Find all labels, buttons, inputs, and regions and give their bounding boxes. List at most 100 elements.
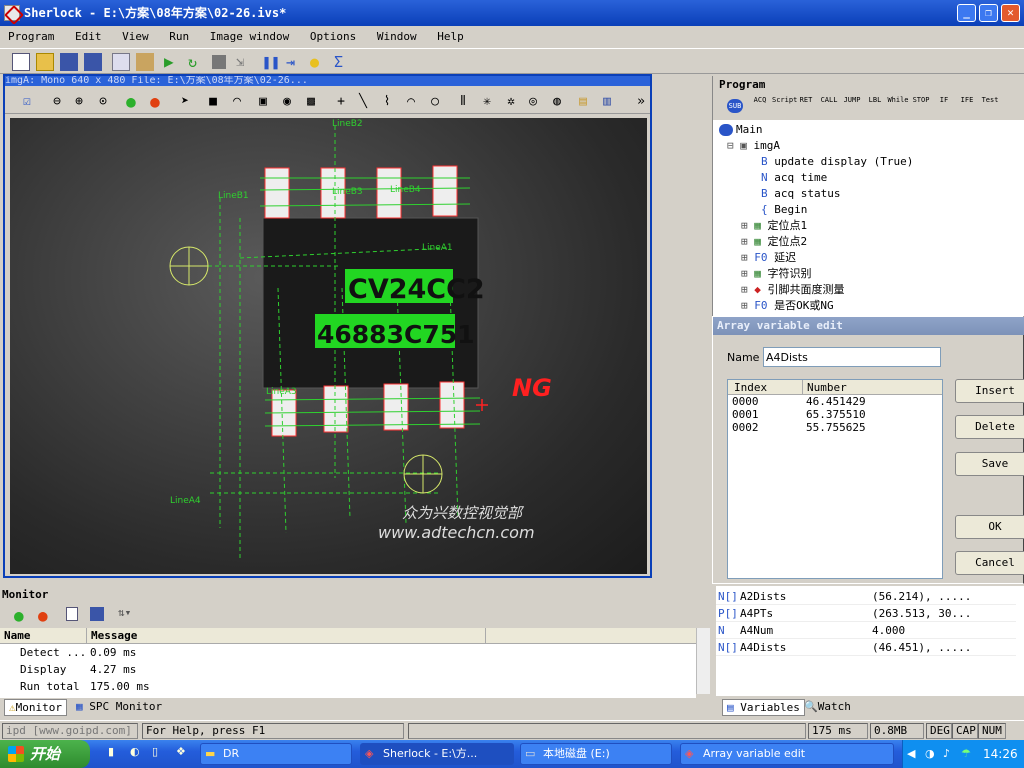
quicklaunch-icon[interactable]: ▯ xyxy=(152,745,158,758)
tree-item[interactable]: ⊞ F0 延迟 xyxy=(713,250,1024,266)
call-icon[interactable]: CALL xyxy=(818,96,840,104)
stop-icon[interactable]: STOP xyxy=(910,96,932,104)
menu-run[interactable]: Run xyxy=(169,30,189,43)
variable-row[interactable]: P[] A4PTs (263.513, 30... xyxy=(716,605,1016,622)
acq-icon[interactable]: ACQ xyxy=(749,96,771,104)
while-icon[interactable]: While xyxy=(887,96,909,104)
green-light-icon[interactable]: ● xyxy=(14,606,24,625)
open-image-icon[interactable]: ▤ xyxy=(575,94,591,110)
tray-icon[interactable]: ◑ xyxy=(925,740,935,768)
tree-item[interactable]: B update display (True) xyxy=(713,154,1024,170)
annulus-icon[interactable]: ◎ xyxy=(525,94,541,110)
task-array-edit[interactable]: ◈ Array variable edit xyxy=(680,743,894,765)
options-icon[interactable]: ⇅▾ xyxy=(118,606,131,619)
roi-c-icon[interactable]: ▩ xyxy=(303,94,319,110)
volume-icon[interactable]: ♪ xyxy=(943,740,950,768)
list-item[interactable]: 0000 46.451429 xyxy=(728,395,942,408)
tab-watch[interactable]: 🔍Watch xyxy=(804,700,851,713)
run-icon[interactable]: ▶ xyxy=(164,53,182,71)
run-loop-icon[interactable]: ↻ xyxy=(188,53,206,71)
task-local-disk[interactable]: ▭ 本地磁盘 (E:) xyxy=(520,743,672,765)
delete-button[interactable]: Delete xyxy=(955,415,1024,439)
tree-item[interactable]: ⊞ F0 是否OK或NG xyxy=(713,298,1024,314)
tree-item[interactable]: ⊟ ▣ imgA xyxy=(713,138,1024,154)
rake-icon[interactable]: ⦀ xyxy=(455,94,471,110)
script-icon[interactable]: Script xyxy=(772,96,797,104)
table-row[interactable]: Detect ... 0.09 ms xyxy=(0,644,696,661)
pause-icon[interactable]: ❚❚ xyxy=(262,53,280,71)
open-icon[interactable] xyxy=(36,53,54,71)
start-button[interactable]: 开始 xyxy=(0,740,90,768)
tree-item[interactable]: N acq time xyxy=(713,170,1024,186)
clock[interactable]: 14:26 xyxy=(983,740,1018,768)
copy-icon[interactable] xyxy=(112,53,130,71)
column-message[interactable]: Message xyxy=(86,628,486,644)
if-icon[interactable]: IF xyxy=(933,96,955,104)
name-field[interactable] xyxy=(763,347,941,367)
cancel-button[interactable]: Cancel xyxy=(955,551,1024,575)
tree-item[interactable]: ⊞ ▦ 定位点1 xyxy=(713,218,1024,234)
target-icon[interactable]: ◍ xyxy=(549,94,565,110)
stop-icon[interactable] xyxy=(212,55,226,69)
menu-view[interactable]: View xyxy=(122,30,149,43)
tree-item[interactable]: Main xyxy=(713,122,1024,138)
tree-item[interactable]: ⊞ ▦ 字符识别 xyxy=(713,266,1024,282)
column-number[interactable]: Number xyxy=(802,380,847,395)
pointer-icon[interactable]: ➤ xyxy=(177,94,193,110)
task-sherlock[interactable]: ◈ Sherlock - E:\方... xyxy=(360,743,514,765)
step-over-icon[interactable]: ⇥ xyxy=(286,53,304,71)
point-icon[interactable]: + xyxy=(333,94,349,110)
menu-image-window[interactable]: Image window xyxy=(210,30,289,43)
quicklaunch-icon[interactable]: ▮ xyxy=(108,745,114,758)
menu-help[interactable]: Help xyxy=(437,30,464,43)
zoom-fit-icon[interactable]: ⊙ xyxy=(95,94,111,110)
monitor-scrollbar[interactable] xyxy=(696,628,710,694)
rectangle-roi-icon[interactable]: ■ xyxy=(205,94,221,110)
jump-icon[interactable]: JUMP xyxy=(841,96,863,104)
column-index[interactable]: Index xyxy=(734,381,767,394)
quicklaunch-icon[interactable]: ◐ xyxy=(130,745,140,758)
zoom-out-icon[interactable]: ⊖ xyxy=(49,94,65,110)
ok-button[interactable]: OK xyxy=(955,515,1024,539)
circle-icon[interactable]: ○ xyxy=(427,94,443,110)
tray-icon[interactable]: ☂ xyxy=(961,740,971,768)
table-row[interactable]: Display 4.27 ms xyxy=(0,661,696,678)
save-all-icon[interactable] xyxy=(84,53,102,71)
line-icon[interactable]: ╲ xyxy=(355,94,371,110)
test-icon[interactable]: Test xyxy=(979,96,1001,104)
variable-row[interactable]: N[] A4Dists (46.451), ..... xyxy=(716,639,1016,656)
ife-icon[interactable]: IFE xyxy=(956,96,978,104)
list-item[interactable]: 0001 65.375510 xyxy=(728,408,942,421)
array-list[interactable]: Index Number 0000 46.451429 0001 65.375510… xyxy=(727,379,943,579)
arc-roi-icon[interactable]: ◠ xyxy=(229,94,245,110)
menu-edit[interactable]: Edit xyxy=(75,30,102,43)
green-light-icon[interactable]: ● xyxy=(123,94,139,110)
variable-row[interactable]: N[] A2Dists (56.214), ..... xyxy=(716,588,1016,605)
sigma-icon[interactable]: Σ xyxy=(334,53,352,71)
tab-spc-monitor[interactable]: ▦ SPC Monitor xyxy=(76,700,162,713)
tree-item[interactable]: ⊞ ◆ 引脚共面度测量 xyxy=(713,282,1024,298)
quicklaunch-icon[interactable]: ❖ xyxy=(176,745,186,758)
step-icon[interactable]: ⇲ xyxy=(236,53,254,71)
checkbox-icon[interactable]: ☑ xyxy=(19,94,35,110)
menu-options[interactable]: Options xyxy=(310,30,356,43)
zoom-in-icon[interactable]: ⊕ xyxy=(71,94,87,110)
tab-variables[interactable]: ▤ Variables xyxy=(722,699,805,716)
ret-icon[interactable]: RET xyxy=(795,96,817,104)
table-row[interactable]: Run total 175.00 ms xyxy=(0,678,696,695)
save-icon[interactable] xyxy=(90,607,104,621)
save-button[interactable]: Save xyxy=(955,452,1024,476)
new-icon[interactable] xyxy=(12,53,30,71)
restore-button[interactable]: ❐ xyxy=(979,4,998,22)
menu-window[interactable]: Window xyxy=(377,30,417,43)
tray-arrow-icon[interactable]: ◀ xyxy=(907,740,915,768)
bulb-icon[interactable]: ● xyxy=(310,53,328,71)
column-name[interactable]: Name xyxy=(4,629,31,642)
red-light-icon[interactable]: ● xyxy=(38,606,48,625)
arc-icon[interactable]: ⌒ xyxy=(403,94,419,110)
insert-button[interactable]: Insert xyxy=(955,379,1024,403)
minimize-button[interactable]: _ xyxy=(957,4,976,22)
red-light-icon[interactable]: ● xyxy=(147,94,163,110)
spoke-icon[interactable]: ✳ xyxy=(479,94,495,110)
tab-monitor[interactable]: ⚠Monitor xyxy=(4,699,67,716)
